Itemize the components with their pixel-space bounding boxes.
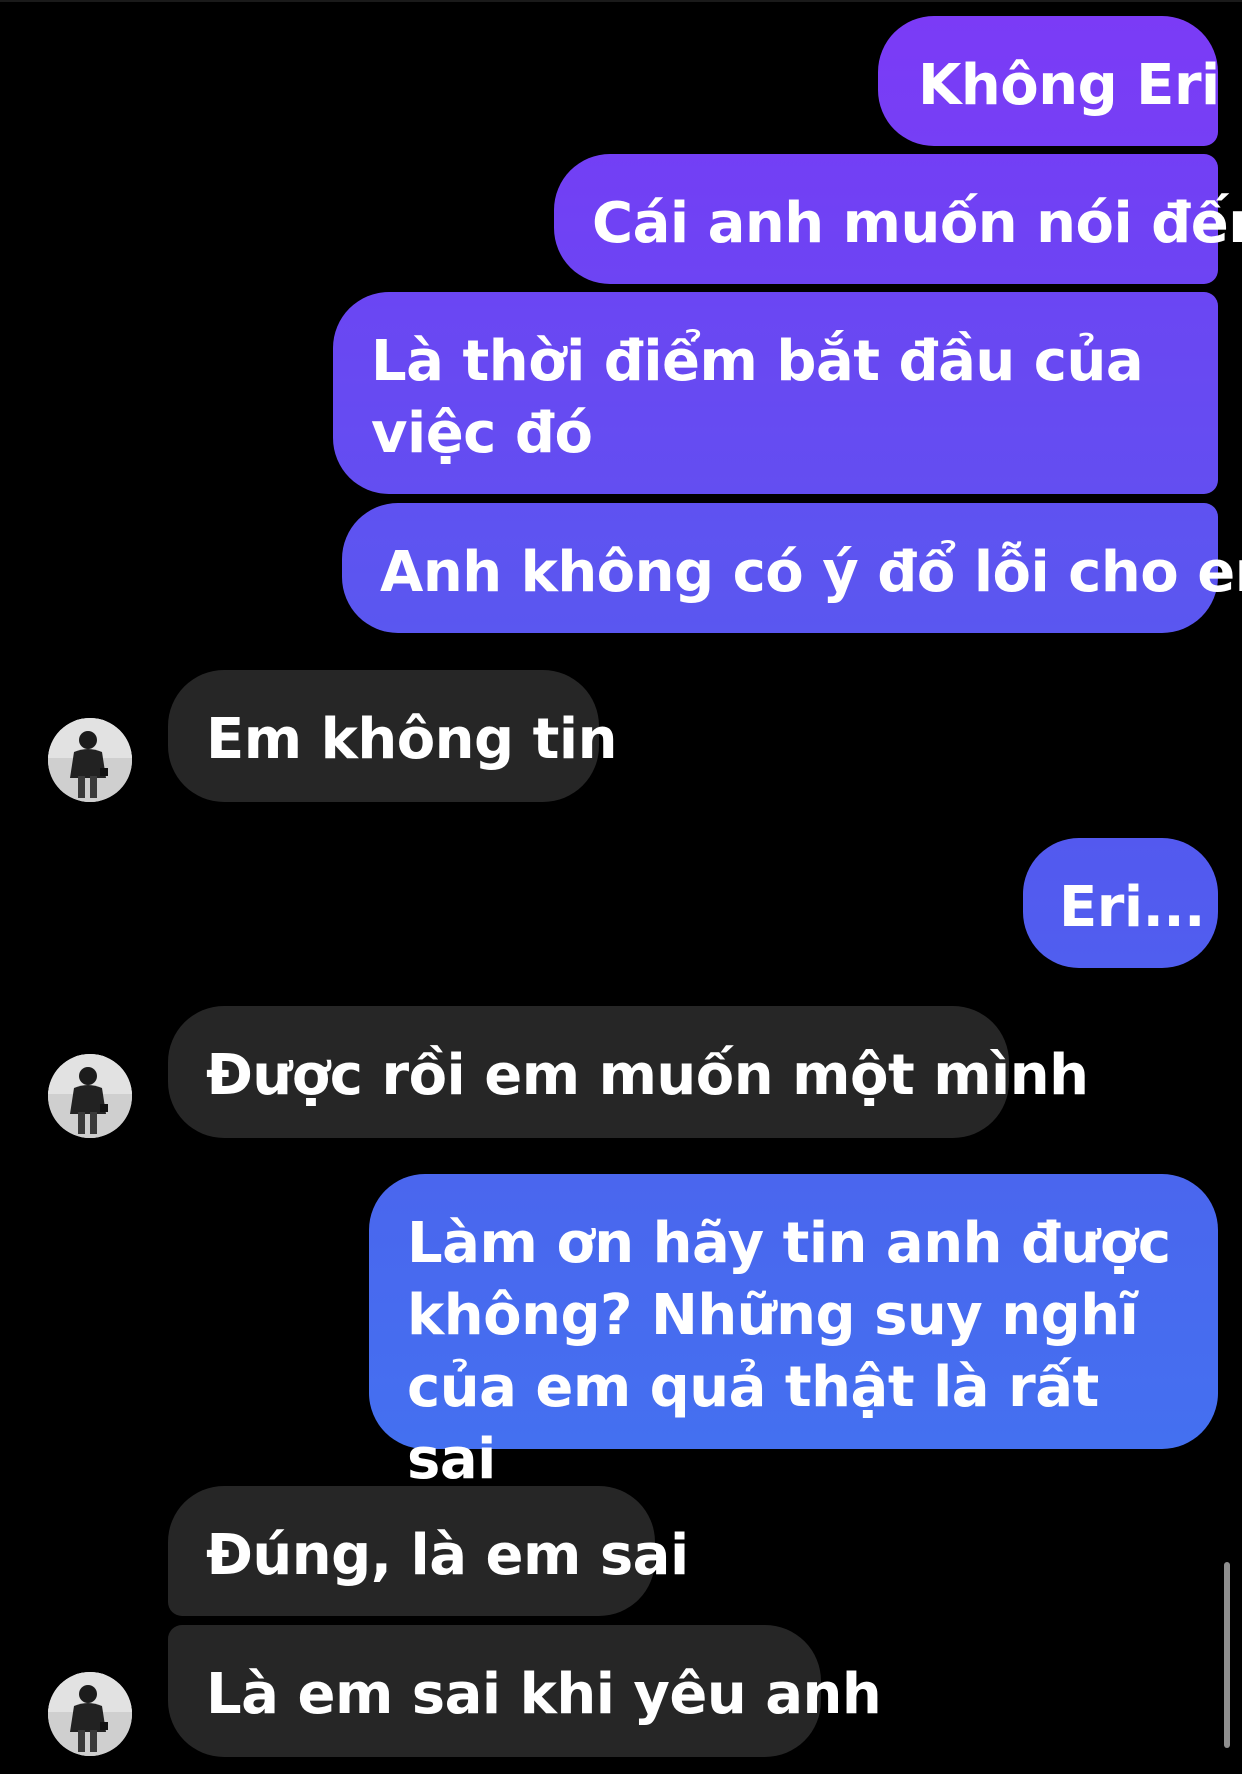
message-bubble-outgoing[interactable]: Anh không có ý đổ lỗi cho em: [342, 503, 1242, 633]
message-bubble-incoming[interactable]: Em không tin: [168, 670, 617, 802]
chat-thread[interactable]: Không Eri Cái anh muốn nói đến Là thời đ…: [0, 0, 1242, 1774]
avatar-photo-icon: [48, 1672, 132, 1756]
message-bubble-incoming[interactable]: Được rồi em muốn một mình: [168, 1006, 1089, 1138]
message-bubble-outgoing[interactable]: Cái anh muốn nói đến: [554, 154, 1242, 284]
contact-avatar[interactable]: [48, 1672, 132, 1756]
avatar-photo-icon: [48, 718, 132, 802]
message-bubble-incoming[interactable]: Là em sai khi yêu anh: [168, 1625, 882, 1757]
scrollbar[interactable]: [1224, 1562, 1230, 1748]
avatar-photo-icon: [48, 1054, 132, 1138]
message-bubble-outgoing[interactable]: Làm ơn hãy tin anh được không? Những suy…: [369, 1174, 1218, 1492]
contact-avatar[interactable]: [48, 718, 132, 802]
header-divider: [0, 0, 1242, 2]
message-bubble-outgoing[interactable]: Không Eri: [878, 16, 1220, 146]
message-bubble-outgoing[interactable]: Eri...: [1023, 838, 1218, 968]
contact-avatar[interactable]: [48, 1054, 132, 1138]
message-bubble-incoming[interactable]: Đúng, là em sai: [168, 1486, 689, 1616]
message-bubble-outgoing[interactable]: Là thời điểm bắt đầu của việc đó: [333, 292, 1218, 494]
